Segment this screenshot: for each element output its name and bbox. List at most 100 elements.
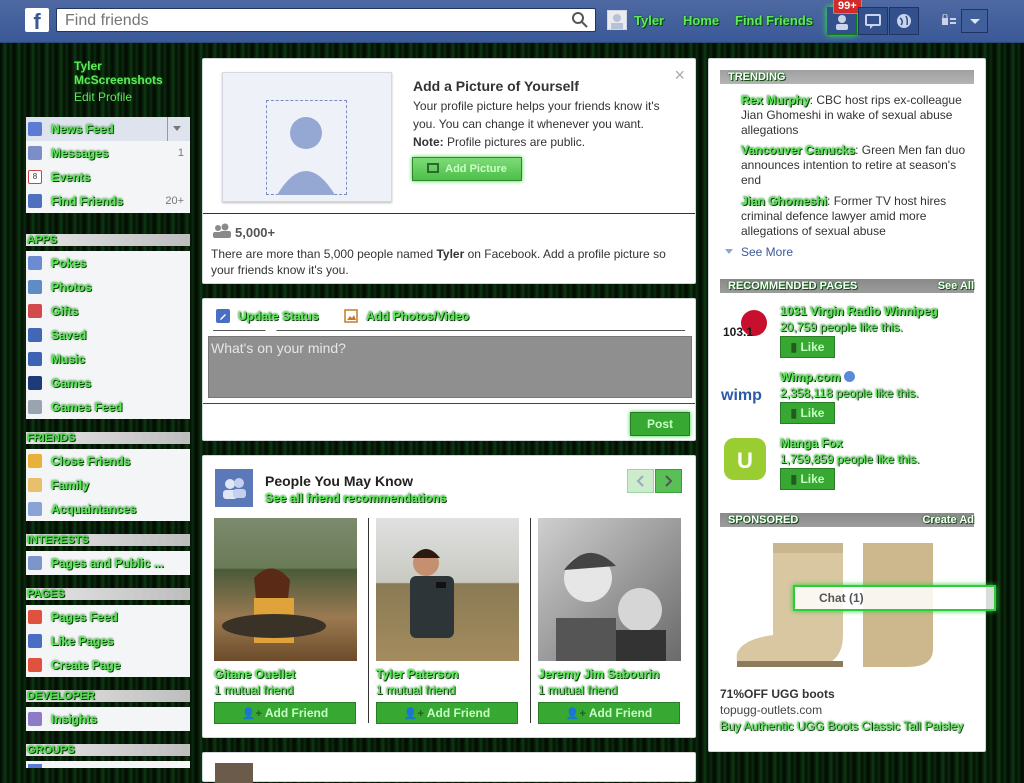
sidebar-item-close-friends[interactable]: Close Friends <box>26 449 190 473</box>
like-button[interactable]: ▮ Like <box>780 402 835 424</box>
add-friend-button[interactable]: 👤+ Add Friend <box>214 702 356 724</box>
interests-section: Pages and Public ... <box>26 551 190 575</box>
messages-icon <box>28 146 42 160</box>
top-bar: f Tyler Home Find Friends 99+ <box>0 0 1024 43</box>
sidebar-item-pages-and-public[interactable]: Pages and Public ... <box>26 551 190 575</box>
sidebar-item-music[interactable]: Music <box>26 347 190 371</box>
create-page-icon <box>28 658 42 672</box>
sidebar-item-games[interactable]: Games <box>26 371 190 395</box>
facebook-logo-icon[interactable]: f <box>25 8 49 32</box>
see-all-link[interactable]: See All <box>938 279 974 293</box>
chat-tab[interactable]: Chat (1) <box>793 585 996 611</box>
trending-item[interactable]: Vancouver Canucks: Green Men fan duo ann… <box>741 143 969 188</box>
story-avatar[interactable] <box>215 763 253 783</box>
mutual-friends[interactable]: 1 mutual friend <box>376 683 455 697</box>
person-photo[interactable] <box>214 518 357 661</box>
update-status-tab[interactable]: Update Status <box>238 309 319 323</box>
search-icon[interactable] <box>571 11 589 29</box>
next-story-card <box>202 752 696 783</box>
verified-badge-icon <box>843 371 855 382</box>
chevron-down-icon[interactable] <box>172 125 182 133</box>
user-avatar-small[interactable] <box>607 10 627 30</box>
search-box[interactable] <box>56 8 596 32</box>
pymk-see-all-link[interactable]: See all friend recommendations <box>265 491 446 505</box>
add-photos-tab[interactable]: Add Photos/Video <box>366 309 469 323</box>
sidebar-item-acquaintances[interactable]: Acquaintances <box>26 497 190 521</box>
add-friend-icon: 👤+ <box>403 708 424 720</box>
see-more-link[interactable]: See More <box>741 245 793 259</box>
person-photo[interactable] <box>538 518 681 661</box>
sidebar-item-pages-feed[interactable]: Pages Feed <box>26 605 190 629</box>
pages-feed-icon <box>28 610 42 624</box>
sidebar-item-saved[interactable]: Saved <box>26 323 190 347</box>
sidebar-item-photos[interactable]: Photos <box>26 275 190 299</box>
mutual-friends[interactable]: 1 mutual friend <box>214 683 293 697</box>
like-button[interactable]: ▮ Like <box>780 336 835 358</box>
recommended-page-likes: 1,759,859 people like this. <box>780 452 920 466</box>
sidebar-item-news-feed[interactable]: News Feed <box>26 117 190 141</box>
recommended-page-name[interactable]: Wimp.com <box>780 370 855 384</box>
mutual-friends[interactable]: 1 mutual friend <box>538 683 617 697</box>
sidebar-item-create-page[interactable]: Create Page <box>26 653 190 677</box>
sidebar-item-insights[interactable]: Insights <box>26 707 190 731</box>
ad-text[interactable]: Buy Authentic UGG Boots Classic Tall Pai… <box>720 719 963 733</box>
groups-icon <box>28 764 42 768</box>
chevron-left-icon <box>636 475 644 487</box>
profile-name[interactable]: Tyler McScreenshots <box>74 59 163 87</box>
add-picture-title: Add a Picture of Yourself <box>413 78 579 94</box>
account-settings-dropdown[interactable] <box>961 9 988 33</box>
person-name[interactable]: Tyler Paterson <box>376 667 458 681</box>
sidebar-item-messages[interactable]: Messages 1 <box>26 141 190 165</box>
sidebar-item-find-friends[interactable]: Find Friends 20+ <box>26 189 190 213</box>
chevron-down-icon <box>725 249 733 254</box>
pymk-prev-button[interactable] <box>627 469 654 493</box>
groups-header: GROUPS <box>26 744 190 756</box>
bookmark-icon <box>28 328 42 342</box>
sidebar-item-events[interactable]: 8 Events <box>26 165 190 189</box>
recommended-page-name[interactable]: Manga Fox <box>780 436 843 450</box>
person-name[interactable]: Gitane Ouellet <box>214 667 295 681</box>
search-input[interactable] <box>63 10 567 32</box>
calendar-icon: 8 <box>28 170 42 184</box>
family-icon <box>28 478 42 492</box>
add-friend-button[interactable]: 👤+ Add Friend <box>538 702 680 724</box>
pymk-next-button[interactable] <box>655 469 682 493</box>
ad-title[interactable]: 71%OFF UGG boots <box>720 687 835 701</box>
sidebar-item-games-feed[interactable]: Games Feed <box>26 395 190 419</box>
find-friends-count: 20+ <box>165 195 184 207</box>
person-name[interactable]: Jeremy Jim Sabourin <box>538 667 659 681</box>
status-input[interactable]: What's on your mind? <box>208 336 692 398</box>
create-ad-link[interactable]: Create Ad <box>922 513 974 527</box>
nav-find-friends[interactable]: Find Friends <box>735 13 813 28</box>
add-picture-button[interactable]: Add Picture <box>412 157 522 181</box>
sidebar-item-gifts[interactable]: Gifts <box>26 299 190 323</box>
close-icon[interactable]: × <box>674 65 685 86</box>
groups-section <box>26 761 190 768</box>
ad-domain[interactable]: topugg-outlets.com <box>720 703 822 717</box>
nav-user-name[interactable]: Tyler <box>634 13 664 28</box>
post-button[interactable]: Post <box>630 412 690 436</box>
sidebar-item-like-pages[interactable]: Like Pages <box>26 629 190 653</box>
notifications-jewel[interactable] <box>889 7 919 35</box>
photos-icon <box>28 280 42 294</box>
person-photo[interactable] <box>376 518 519 661</box>
add-friend-button[interactable]: 👤+ Add Friend <box>376 702 518 724</box>
profile-picture-placeholder[interactable] <box>222 72 392 202</box>
messages-icon <box>865 14 881 29</box>
name-info-text: There are more than 5,000 people named T… <box>211 247 666 277</box>
sidebar-item-family[interactable]: Family <box>26 473 190 497</box>
recommended-page-name[interactable]: 1031 Virgin Radio Winnipeg <box>780 304 938 318</box>
trending-item[interactable]: Rex Murphy: CBC host rips ex-colleague J… <box>741 93 969 138</box>
edit-profile-link[interactable]: Edit Profile <box>74 90 132 104</box>
trending-item[interactable]: Jian Ghomeshi: Former TV host hires crim… <box>741 194 969 239</box>
nav-home[interactable]: Home <box>683 13 719 28</box>
poke-icon <box>28 256 42 270</box>
messages-jewel[interactable] <box>858 7 888 35</box>
pages-header: PAGES <box>26 588 190 600</box>
privacy-shortcuts-icon[interactable] <box>940 14 958 28</box>
like-button[interactable]: ▮ Like <box>780 468 835 490</box>
manga-fox-logo[interactable]: U <box>720 434 770 484</box>
virgin-radio-logo[interactable]: 103.1 <box>720 303 770 353</box>
wimp-logo[interactable]: wimp <box>720 369 770 419</box>
sidebar-item-pokes[interactable]: Pokes <box>26 251 190 275</box>
